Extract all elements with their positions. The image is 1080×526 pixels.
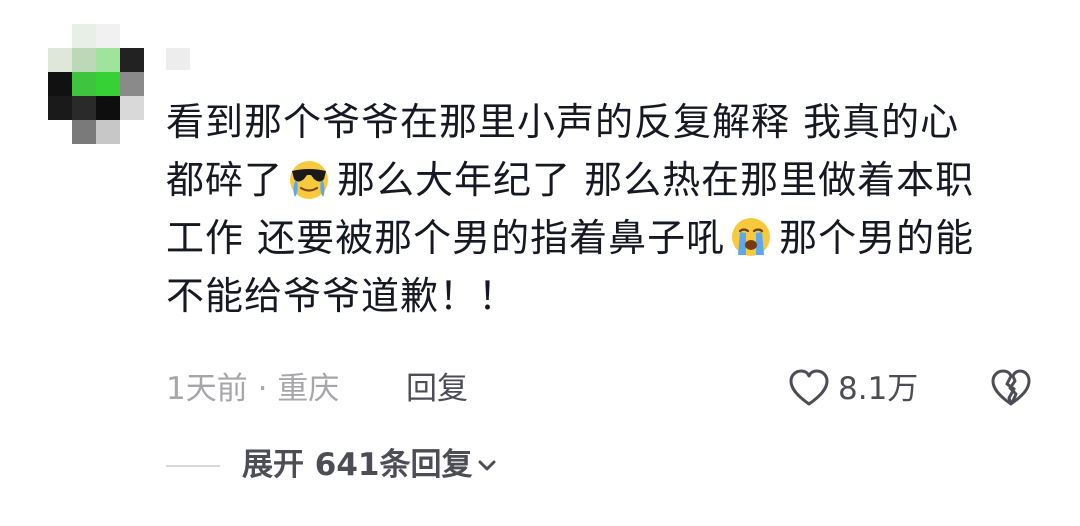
divider xyxy=(166,465,220,467)
broken-heart-icon[interactable] xyxy=(990,368,1032,408)
sunglasses-crying-emoji-icon xyxy=(290,161,329,199)
heart-outline-icon xyxy=(789,369,829,406)
username-redacted[interactable] xyxy=(166,48,190,70)
comment-line: 都碎了 那么大年纪了 那么热在那里做着本职 xyxy=(166,151,1046,209)
expand-replies-button[interactable]: 展开 641条回复 xyxy=(242,442,497,488)
comment-segment: 都碎了 xyxy=(166,158,284,202)
loudly-crying-emoji-icon xyxy=(732,218,771,256)
comment-item: 看到那个爷爷在那里小声的反复解释 我真的心 都碎了 那么大年纪了 那么热在那里做… xyxy=(0,0,1080,526)
comment-segment: 那么大年纪了 那么热在那里做着本职 xyxy=(337,158,975,202)
chevron-down-icon xyxy=(478,460,496,471)
comment-line: 工作 还要被那个男的指着鼻子吼 那个男的能 xyxy=(166,209,1046,267)
comment-line: 看到那个爷爷在那里小声的反复解释 我真的心 xyxy=(166,100,960,144)
comment-segment: 工作 还要被那个男的指着鼻子吼 xyxy=(166,216,726,260)
comment-time-location: 1天前 · 重庆 xyxy=(166,371,340,407)
like-count: 8.1万 xyxy=(838,371,919,407)
comment-text: 看到那个爷爷在那里小声的反复解释 我真的心 都碎了 那么大年纪了 那么热在那里做… xyxy=(166,93,1046,325)
comment-meta-row: 1天前 · 重庆 回复 8.1万 xyxy=(166,366,1046,412)
reply-button[interactable]: 回复 xyxy=(406,366,468,412)
avatar[interactable] xyxy=(48,24,144,144)
expand-replies-label: 展开 641条回复 xyxy=(242,447,473,483)
comment-segment: 那个男的能 xyxy=(779,216,975,260)
comment-line: 不能给爷爷道歉！！ xyxy=(166,274,518,318)
